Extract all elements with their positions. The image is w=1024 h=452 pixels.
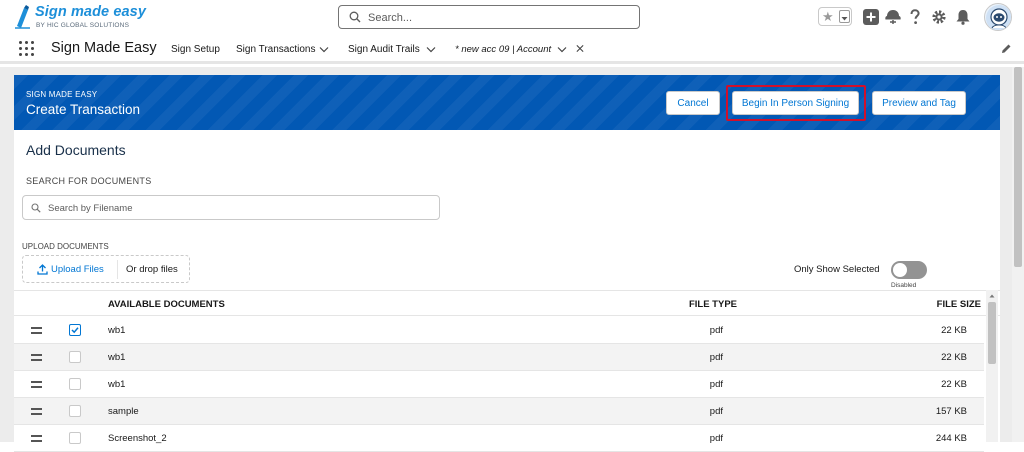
search-documents-label: SEARCH FOR DOCUMENTS (26, 176, 152, 186)
file-drop-zone[interactable]: Upload Files Or drop files (22, 255, 190, 283)
page-eyebrow: SIGN MADE EASY (26, 90, 98, 99)
search-icon (31, 203, 41, 213)
drag-handle-icon[interactable] (31, 408, 42, 415)
astro-avatar-icon (986, 5, 1011, 30)
row-checkbox[interactable] (69, 324, 81, 336)
caret-down-icon (841, 17, 848, 21)
brand-title: Sign made easy (35, 4, 147, 20)
chevron-down-icon[interactable] (557, 45, 567, 54)
document-file-size: 22 KB (941, 379, 967, 390)
global-search-input[interactable] (368, 9, 628, 26)
document-file-size: 157 KB (935, 406, 967, 417)
row-checkbox[interactable] (69, 378, 81, 390)
upload-files-button[interactable]: Upload Files (29, 259, 112, 280)
divider (117, 260, 118, 279)
app-launcher-waffle-icon[interactable] (19, 41, 34, 56)
document-file-size: 22 KB (941, 352, 967, 363)
table-scrollbar[interactable] (986, 290, 998, 442)
brand-subtitle: BY HIC GLOBAL SOLUTIONS (36, 22, 130, 29)
page-scrollbar-thumb[interactable] (1014, 67, 1022, 267)
page-title: Create Transaction (26, 102, 141, 117)
global-search[interactable] (338, 5, 640, 29)
table-row[interactable]: wb1 pdf 22 KB (14, 317, 984, 344)
favorites-button[interactable]: ★ (818, 7, 852, 26)
preview-and-tag-button[interactable]: Preview and Tag (872, 91, 966, 115)
table-row[interactable]: sample pdf 157 KB (14, 398, 984, 425)
chevron-down-icon[interactable] (319, 45, 329, 54)
document-name: wb1 (108, 325, 126, 336)
row-checkbox[interactable] (69, 351, 81, 363)
brand-logo[interactable]: Sign made easy BY HIC GLOBAL SOLUTIONS (14, 4, 154, 32)
global-header: Sign made easy BY HIC GLOBAL SOLUTIONS ★ (0, 0, 1024, 36)
workspace: SIGN MADE EASY Create Transaction Cancel… (0, 67, 1024, 452)
drag-handle-icon[interactable] (31, 381, 42, 388)
document-name: sample (108, 406, 139, 417)
setup-gear-icon[interactable] (930, 8, 948, 26)
column-header-file-size[interactable]: FILE SIZE (937, 299, 981, 310)
app-navigation-bar: Sign Made Easy Sign Setup Sign Transacti… (0, 36, 1024, 64)
nav-item-sign-transactions[interactable]: Sign Transactions (236, 44, 316, 55)
document-name: Screenshot_2 (108, 433, 167, 444)
table-scrollbar-thumb[interactable] (988, 302, 996, 364)
document-file-type: pdf (709, 325, 723, 336)
document-file-type: pdf (709, 406, 723, 417)
table-row[interactable]: Screenshot_2 pdf 244 KB (14, 425, 984, 452)
upload-icon (37, 264, 48, 275)
toggle-knob (893, 263, 907, 277)
checkmark-icon (71, 327, 79, 334)
document-file-type: pdf (709, 433, 723, 444)
document-file-type: pdf (709, 352, 723, 363)
document-name: wb1 (108, 379, 126, 390)
drag-handle-icon[interactable] (31, 354, 42, 361)
nav-item-sign-setup[interactable]: Sign Setup (171, 44, 220, 55)
document-search-field[interactable] (22, 195, 440, 220)
global-add-icon[interactable] (862, 8, 880, 26)
scroll-up-arrow-icon[interactable] (989, 293, 995, 299)
upload-documents-label: UPLOAD DOCUMENTS (22, 242, 109, 251)
tab-label: * new acc 09 | Account (455, 44, 552, 55)
drop-files-text: Or drop files (126, 264, 178, 275)
row-checkbox[interactable] (69, 432, 81, 444)
tab-new-acc-09[interactable]: * new acc 09 | Account (448, 36, 590, 64)
document-search-input[interactable] (48, 200, 428, 216)
only-show-selected-toggle[interactable] (891, 261, 927, 279)
table-row[interactable]: wb1 pdf 22 KB (14, 371, 984, 398)
table-header: AVAILABLE DOCUMENTS FILE TYPE FILE SIZE (14, 290, 1000, 316)
table-row[interactable]: wb1 pdf 22 KB (14, 344, 984, 371)
pen-logo-icon (15, 5, 30, 29)
toggle-state-text: Disabled (891, 282, 917, 289)
section-title: Add Documents (26, 142, 126, 158)
trailhead-icon[interactable] (884, 8, 902, 26)
document-file-size: 22 KB (941, 325, 967, 336)
chevron-down-icon[interactable] (426, 45, 436, 54)
row-checkbox[interactable] (69, 405, 81, 417)
close-tab-icon[interactable] (575, 44, 585, 53)
star-icon: ★ (822, 9, 834, 24)
begin-in-person-signing-button[interactable]: Begin In Person Signing (732, 91, 859, 115)
create-transaction-card: SIGN MADE EASY Create Transaction Cancel… (14, 75, 1000, 452)
nav-item-sign-audit-trails[interactable]: Sign Audit Trails (348, 44, 420, 55)
user-avatar[interactable] (984, 3, 1012, 31)
drag-handle-icon[interactable] (31, 327, 42, 334)
notifications-bell-icon[interactable] (954, 8, 972, 26)
edit-nav-pencil-icon[interactable] (1000, 43, 1012, 55)
favorites-menu-button[interactable] (839, 10, 850, 23)
help-icon[interactable] (906, 8, 924, 26)
column-header-file-type[interactable]: FILE TYPE (689, 299, 737, 310)
upload-files-label: Upload Files (51, 264, 104, 275)
card-header: SIGN MADE EASY Create Transaction Cancel… (14, 75, 1000, 130)
app-name: Sign Made Easy (51, 40, 157, 56)
search-icon (349, 11, 361, 23)
document-name: wb1 (108, 352, 126, 363)
document-file-type: pdf (709, 379, 723, 390)
drag-handle-icon[interactable] (31, 435, 42, 442)
only-show-selected-label: Only Show Selected (794, 264, 880, 275)
column-header-available-documents[interactable]: AVAILABLE DOCUMENTS (108, 299, 225, 310)
page-scrollbar[interactable] (1012, 67, 1024, 442)
cancel-button[interactable]: Cancel (666, 91, 720, 115)
document-file-size: 244 KB (935, 433, 967, 444)
